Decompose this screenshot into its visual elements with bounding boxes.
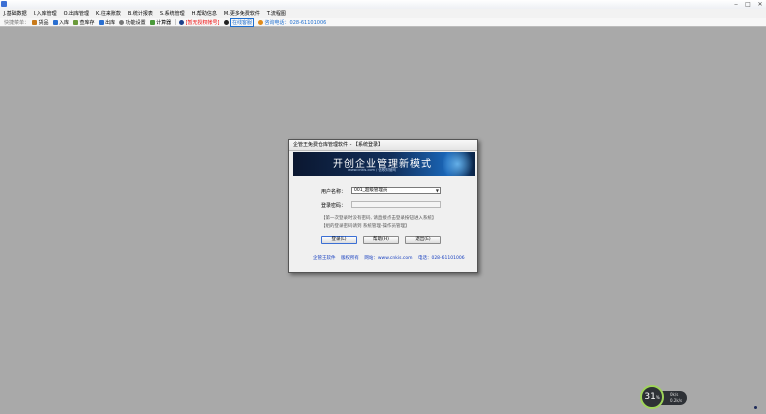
- banner-glow: [443, 152, 475, 176]
- download-speed: 0.2k/s: [670, 398, 683, 403]
- online-service-label: 在线客服: [230, 17, 255, 27]
- menu-stock-out[interactable]: O.出库管理: [60, 10, 92, 17]
- stock-out-icon: [98, 19, 104, 25]
- password-input[interactable]: [351, 201, 441, 208]
- menu-help[interactable]: H.帮助信息: [188, 10, 220, 17]
- status-dot: [754, 406, 757, 409]
- footer-phone: 电话：028-61101006: [417, 256, 465, 261]
- window-controls: ‒ □ ✕: [732, 0, 764, 8]
- settings-label: 功能设置: [125, 19, 146, 26]
- menu-system[interactable]: S.系统管理: [156, 10, 188, 17]
- menu-reports[interactable]: B.统计报表: [124, 10, 156, 17]
- user-select-value: 001_超级管理员: [354, 188, 388, 193]
- phone-info: 咨询电话：028-61101006: [258, 19, 326, 26]
- stock-in-label: 入库: [59, 19, 70, 26]
- close-icon[interactable]: ✕: [756, 1, 764, 8]
- online-service-link[interactable]: 在线客服: [223, 17, 255, 27]
- qq-icon: [223, 19, 229, 25]
- stock-out-label: 出库: [105, 19, 116, 26]
- info-icon: [179, 19, 185, 25]
- chevron-down-icon: ▼: [435, 188, 439, 193]
- usage-value: 31: [644, 392, 656, 402]
- dialog-title: 企管王免费仓库管理软件 - 【系统登录】: [289, 140, 477, 151]
- usage-gauge: 31%: [640, 385, 664, 409]
- user-select[interactable]: 001_超级管理员 ▼: [351, 187, 441, 194]
- app-icon: [1, 1, 7, 7]
- usage-unit: %: [655, 395, 660, 400]
- banner-website: www.cnkis.com / 信歌财管网: [348, 168, 396, 172]
- exit-button[interactable]: 退出(E): [405, 236, 441, 244]
- phone-icon: [258, 19, 264, 25]
- login-button[interactable]: 登录(L): [321, 236, 357, 244]
- dialog-footer: 企管王软件 版权所有 网站：www.cnkis.com 电话：028-61101…: [313, 255, 469, 261]
- calculator-icon: [149, 19, 155, 25]
- inventory-icon: [73, 19, 79, 25]
- window-title-bar: ‒ □ ✕: [0, 0, 766, 9]
- maximize-icon[interactable]: □: [744, 1, 752, 8]
- menu-more-software[interactable]: M.更多免费软件: [220, 10, 263, 17]
- stock-in-icon: [52, 19, 58, 25]
- dialog-banner: 开创企业管理新模式 www.cnkis.com / 信歌财管网: [293, 152, 475, 176]
- speed-panel: 0k/s 0.2k/s: [661, 391, 687, 405]
- footer-website: 网站：www.cnkis.com: [364, 256, 413, 261]
- inventory-label: 查库存: [79, 19, 95, 26]
- goods-label: 货品: [38, 19, 49, 26]
- stock-in-button[interactable]: 入库: [52, 19, 70, 26]
- menu-basic-data[interactable]: J.基础数据: [0, 10, 30, 17]
- menu-stock-in[interactable]: I.入库管理: [30, 10, 60, 17]
- goods-icon: [32, 19, 38, 25]
- menu-flowchart[interactable]: T.流程图: [263, 10, 289, 17]
- inventory-button[interactable]: 查库存: [73, 19, 95, 26]
- quick-menu-label: 快捷菜单：: [4, 19, 30, 26]
- quick-toolbar: 快捷菜单： 货品 入库 查库存 出库 功能设置 计算器 [暂无授权帐号] 在线客…: [0, 17, 766, 27]
- help-button[interactable]: 帮助(H): [363, 236, 399, 244]
- login-hint: 【第一次登录时没有密码, 请直接点击登录按钮进入系统】: [321, 216, 437, 221]
- password-hint: 【组的登录密码请到 系统管理-操作员管理】: [321, 224, 410, 229]
- license-link[interactable]: [暂无授权帐号]: [179, 19, 220, 26]
- minimize-icon[interactable]: ‒: [732, 1, 740, 8]
- network-speed-widget[interactable]: 0k/s 0.2k/s 31%: [640, 385, 688, 409]
- phone-label: 咨询电话：028-61101006: [264, 19, 327, 26]
- password-label: 登录密码：: [321, 203, 347, 209]
- footer-rights: 版权所有: [340, 256, 359, 261]
- user-label: 用户名称：: [321, 189, 347, 195]
- toolbar-divider: [175, 19, 177, 25]
- goods-button[interactable]: 货品: [32, 19, 49, 26]
- stock-out-button[interactable]: 出库: [98, 19, 116, 26]
- calculator-label: 计算器: [156, 19, 172, 26]
- license-label: [暂无授权帐号]: [185, 19, 220, 26]
- upload-speed: 0k/s: [670, 392, 679, 397]
- footer-brand: 企管王软件: [313, 256, 336, 261]
- menu-accounts[interactable]: K.往来账款: [92, 10, 124, 17]
- login-dialog: 企管王免费仓库管理软件 - 【系统登录】 开创企业管理新模式 www.cnkis…: [288, 139, 478, 273]
- settings-icon: [119, 19, 125, 25]
- settings-button[interactable]: 功能设置: [119, 19, 146, 26]
- calculator-button[interactable]: 计算器: [149, 19, 172, 26]
